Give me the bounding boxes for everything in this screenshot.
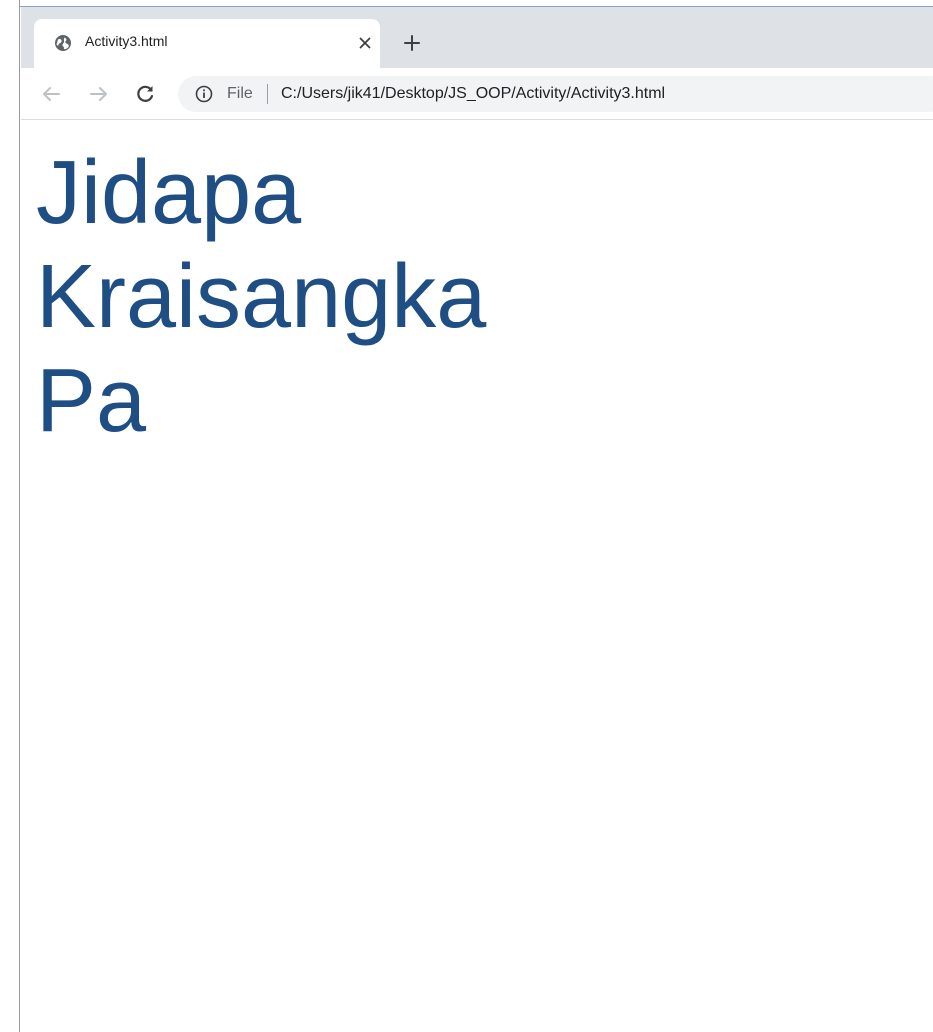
info-icon[interactable] xyxy=(195,85,213,103)
browser-toolbar: File C:/Users/jik41/Desktop/JS_OOP/Activ… xyxy=(21,68,933,120)
back-arrow-icon[interactable] xyxy=(39,82,63,106)
reload-icon[interactable] xyxy=(133,82,157,106)
name-line-third: Pa xyxy=(36,351,147,451)
tab-strip: Activity3.html xyxy=(21,7,933,68)
address-divider xyxy=(267,84,268,104)
url-text[interactable]: C:/Users/jik41/Desktop/JS_OOP/Activity/A… xyxy=(281,85,665,103)
forward-arrow-icon[interactable] xyxy=(87,82,111,106)
scheme-label: File xyxy=(227,85,253,102)
globe-icon xyxy=(55,35,71,51)
close-icon[interactable] xyxy=(357,35,373,51)
plus-icon[interactable] xyxy=(402,33,422,53)
name-line-second: Kraisangka xyxy=(36,247,487,347)
window-top-edge xyxy=(20,0,933,7)
window-left-edge xyxy=(0,0,20,1032)
browser-window: Activity3.html File C:/Users/jik41/Deskt… xyxy=(0,0,933,1032)
address-bar[interactable]: File C:/Users/jik41/Desktop/JS_OOP/Activ… xyxy=(178,76,933,112)
page-content: Jidapa Kraisangka Pa xyxy=(21,121,933,1032)
tab-activity3[interactable]: Activity3.html xyxy=(34,19,380,68)
tab-title: Activity3.html xyxy=(85,33,168,49)
name-line-first: Jidapa xyxy=(36,143,302,243)
